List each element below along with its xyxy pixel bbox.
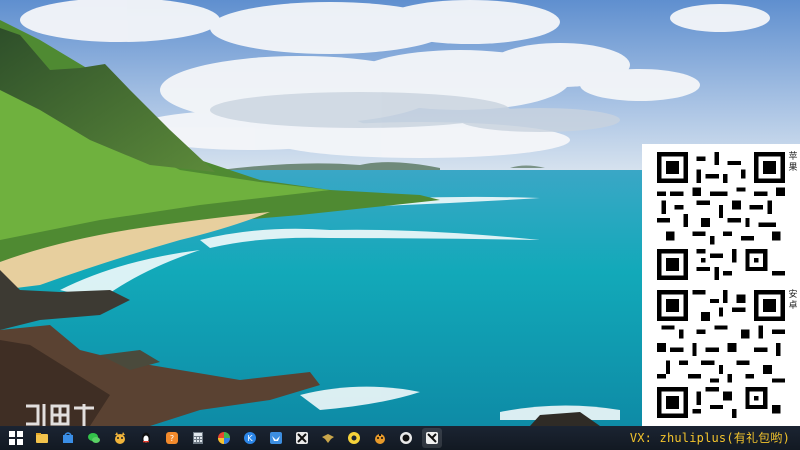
- eagle-app-icon[interactable]: [318, 428, 338, 448]
- dark-circle-app-icon[interactable]: [396, 428, 416, 448]
- svg-text:?: ?: [170, 434, 174, 443]
- file-explorer-icon[interactable]: [32, 428, 52, 448]
- orange-app-icon[interactable]: ?: [162, 428, 182, 448]
- watermark-logo: [26, 404, 94, 426]
- game-logo-icon[interactable]: [422, 428, 442, 448]
- kugou-music-icon[interactable]: K: [240, 428, 260, 448]
- qq-penguin-icon[interactable]: [136, 428, 156, 448]
- windows-start-icon[interactable]: [6, 428, 26, 448]
- calculator-icon[interactable]: [188, 428, 208, 448]
- qr-code-ios[interactable]: [657, 152, 785, 280]
- yellow-circle-icon[interactable]: [344, 428, 364, 448]
- store-icon[interactable]: [58, 428, 78, 448]
- color-wheel-icon[interactable]: [214, 428, 234, 448]
- promo-text: VX: zhuliplus(有礼包哟): [629, 431, 790, 445]
- bird-app-icon[interactable]: [266, 428, 286, 448]
- qr-label-ios: 苹果: [788, 152, 798, 173]
- qr-code-android[interactable]: [657, 290, 785, 418]
- qr-label-android: 安卓: [788, 290, 798, 311]
- dark-game-icon[interactable]: [292, 428, 312, 448]
- wechat-icon[interactable]: [84, 428, 104, 448]
- tiger-app-icon[interactable]: [370, 428, 390, 448]
- qr-code-panel: 苹果 安卓: [642, 144, 800, 426]
- svg-text:K: K: [247, 434, 253, 443]
- cat-app-icon[interactable]: [110, 428, 130, 448]
- desktop: 苹果 安卓: [0, 0, 800, 426]
